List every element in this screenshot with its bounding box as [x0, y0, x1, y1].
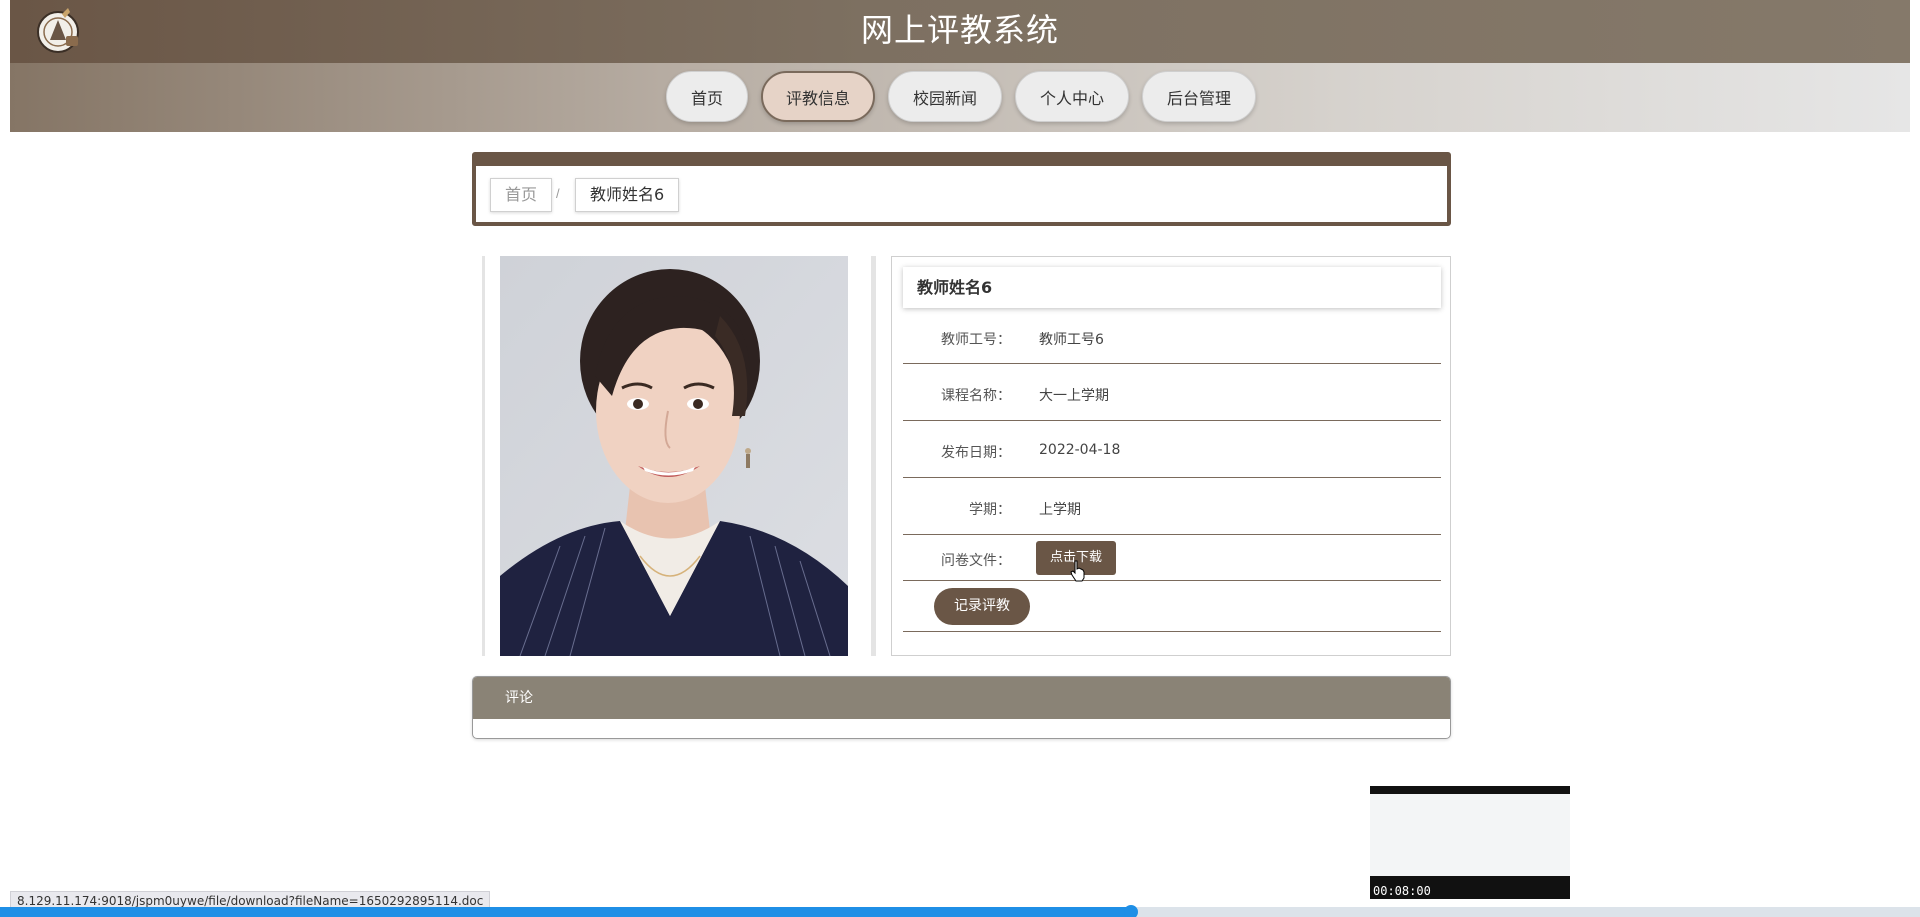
page: 网上评教系统 首页 评教信息 校园新闻 个人中心 后台管理 首页 / 教师姓名6: [10, 0, 1910, 917]
field-label: 学期：: [969, 502, 1011, 518]
nav-home[interactable]: 首页: [666, 71, 748, 122]
video-progress-fill: [0, 907, 1131, 917]
field-label: 课程名称：: [941, 388, 1011, 404]
nav-evaluation-info[interactable]: 评教信息: [761, 71, 875, 122]
field-value: 上学期: [1039, 502, 1081, 518]
field-value: 大一上学期: [1039, 388, 1109, 404]
nav-campus-news[interactable]: 校园新闻: [888, 71, 1002, 122]
hand-cursor-icon: [1070, 560, 1086, 582]
field-row-semester: 学期： 上学期: [903, 478, 1441, 535]
field-label: 发布日期：: [941, 445, 1011, 461]
field-row-course-name: 课程名称： 大一上学期: [903, 364, 1441, 421]
field-label: 教师工号：: [941, 332, 1011, 348]
nav-personal-center[interactable]: 个人中心: [1015, 71, 1129, 122]
field-row-teacher-id: 教师工号： 教师工号6: [903, 308, 1441, 364]
main-nav: 首页 评教信息 校园新闻 个人中心 后台管理: [10, 63, 1910, 132]
teacher-name-title: 教师姓名6: [903, 267, 1441, 308]
video-progress-knob[interactable]: [1123, 905, 1138, 917]
field-row-survey-file: 问卷文件： 点击下载: [903, 535, 1441, 581]
teacher-photo-frame: [482, 256, 876, 656]
record-evaluation-button[interactable]: 记录评教: [934, 588, 1030, 625]
field-label: 问卷文件：: [941, 553, 1011, 569]
video-preview-frame: [1370, 794, 1570, 876]
nav-admin[interactable]: 后台管理: [1142, 71, 1256, 122]
video-preview-thumbnail: 00:08:00: [1370, 786, 1570, 899]
action-row: 记录评教: [903, 581, 1441, 632]
site-title: 网上评教系统: [860, 11, 1059, 49]
nav-items: 首页 评教信息 校园新闻 个人中心 后台管理: [666, 71, 1256, 122]
field-value: 教师工号6: [1039, 332, 1104, 348]
breadcrumb-current: 教师姓名6: [575, 178, 680, 212]
teacher-photo: [500, 256, 848, 656]
comment-header: 评论: [473, 677, 1450, 719]
video-timestamp: 00:08:00: [1373, 884, 1431, 898]
video-progress-bar[interactable]: [0, 905, 1920, 917]
teacher-info-panel: 教师姓名6 教师工号： 教师工号6 课程名称： 大一上学期 发布日期： 2022…: [891, 256, 1451, 656]
field-row-publish-date: 发布日期： 2022-04-18: [903, 421, 1441, 478]
breadcrumb: 首页 / 教师姓名6: [472, 152, 1451, 226]
breadcrumb-home[interactable]: 首页: [490, 178, 553, 212]
field-value: 2022-04-18: [1039, 442, 1121, 458]
header-bar: 网上评教系统: [10, 0, 1910, 63]
breadcrumb-separator: /: [556, 186, 560, 201]
comment-section: 评论: [472, 676, 1451, 739]
